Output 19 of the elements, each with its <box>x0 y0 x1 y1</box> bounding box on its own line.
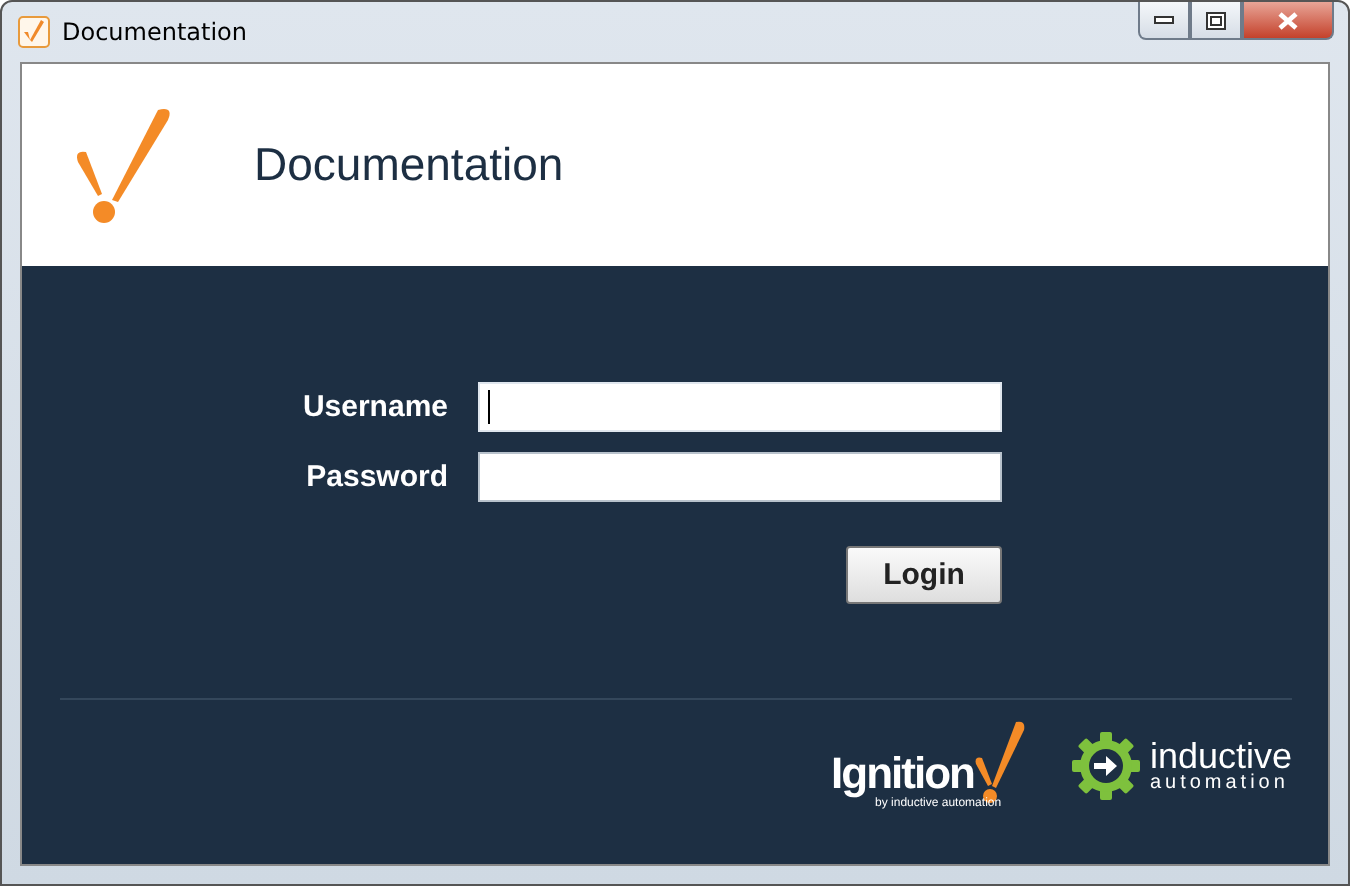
logo-icon <box>74 105 174 225</box>
maximize-icon <box>1206 11 1226 29</box>
maximize-button[interactable] <box>1190 2 1242 40</box>
close-button[interactable] <box>1242 2 1334 40</box>
minimize-icon <box>1154 16 1174 24</box>
field-label: Password <box>306 460 448 494</box>
page-title: Documentation <box>254 138 564 192</box>
close-icon <box>1278 11 1298 29</box>
app-icon <box>18 16 50 48</box>
field-label: Username <box>302 390 448 424</box>
company-name: automation <box>1149 773 1291 793</box>
input-field[interactable] <box>478 452 1002 502</box>
brand-name: Ignition <box>831 752 974 796</box>
company-name: inductive <box>1149 737 1292 773</box>
gear-icon <box>1069 729 1142 801</box>
input-field[interactable] <box>478 382 1002 432</box>
minimize-button[interactable] <box>1138 2 1190 40</box>
window-title: Documentation <box>62 18 248 46</box>
login-button[interactable]: Login <box>846 546 1002 604</box>
